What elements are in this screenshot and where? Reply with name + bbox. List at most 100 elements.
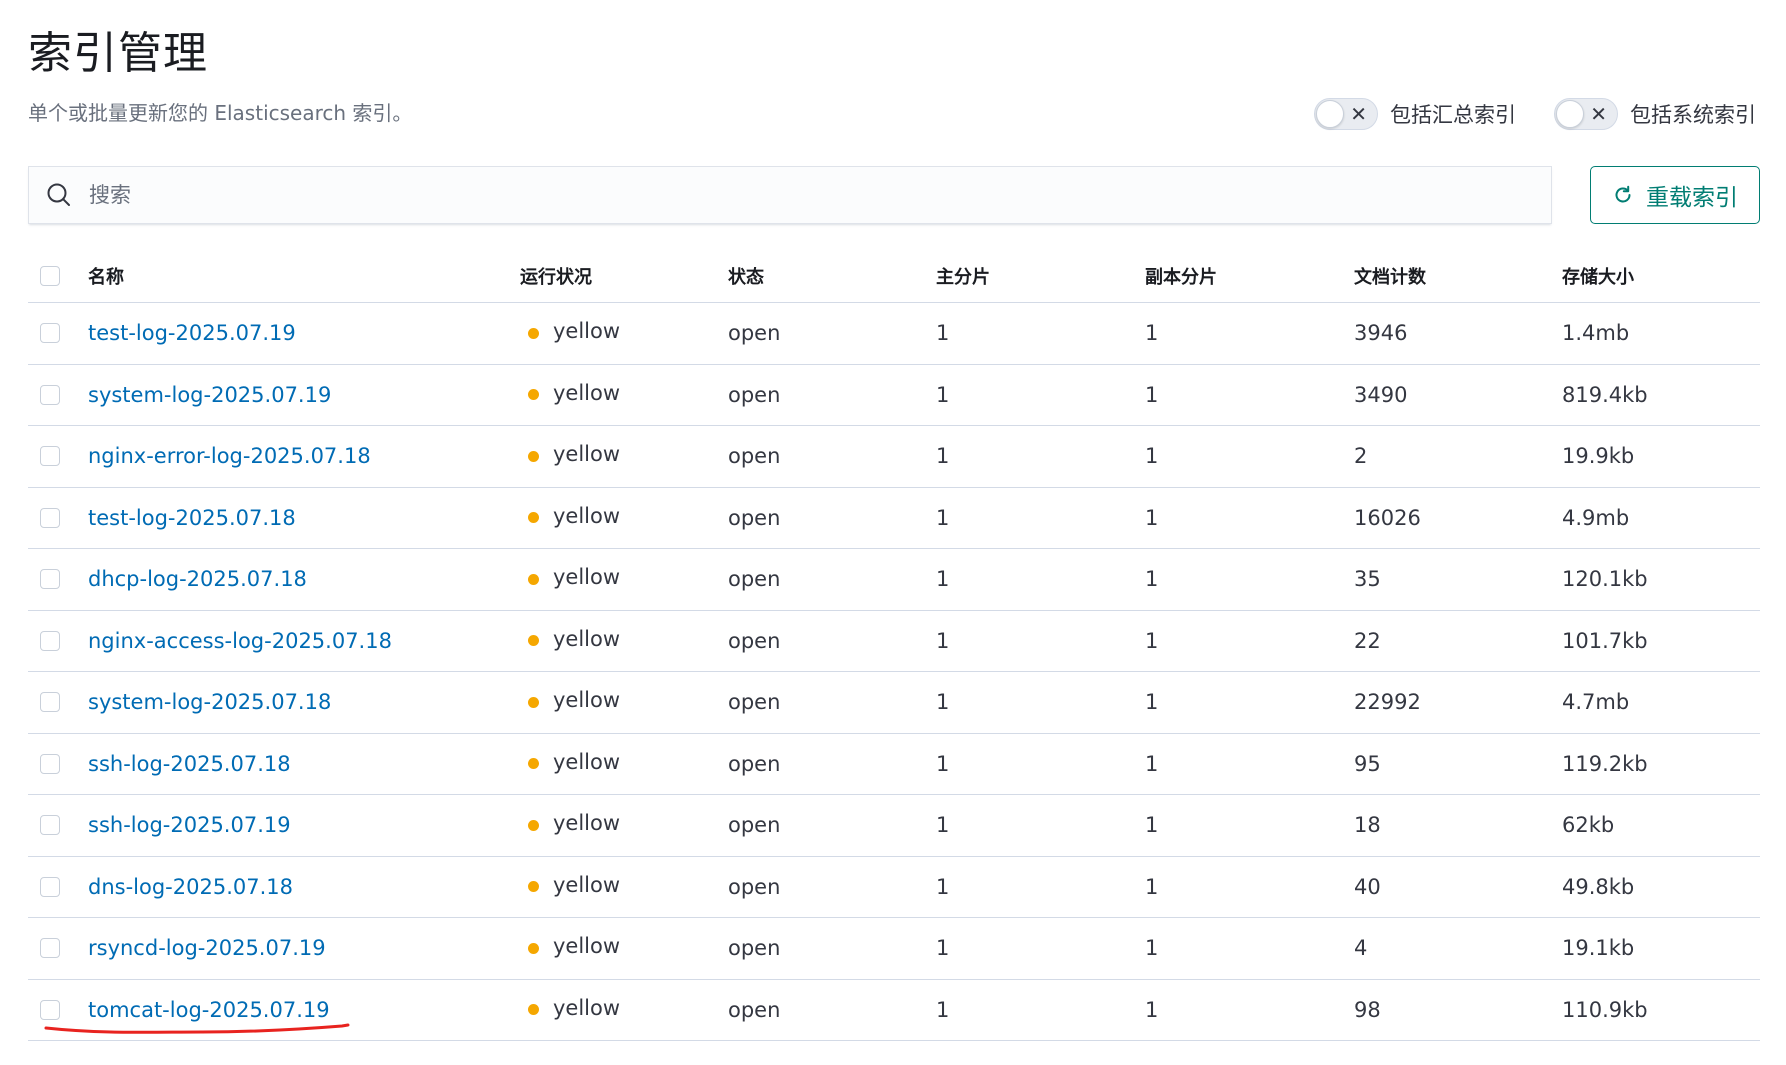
- health-text: yellow: [553, 319, 621, 344]
- row-checkbox[interactable]: [40, 569, 60, 590]
- replica-shards-cell: 1: [1145, 936, 1159, 961]
- include-system-label[interactable]: 包括系统索引: [1630, 99, 1756, 129]
- storage-size-cell: 819.4kb: [1562, 382, 1648, 407]
- replica-shards-cell: 1: [1145, 505, 1159, 530]
- table-row: test-log-2025.07.18 yellow open 1 1 16026 4.9m…: [28, 488, 1760, 549]
- switch-knob: [1556, 100, 1584, 128]
- index-name-link[interactable]: system-log-2025.07.19: [88, 383, 331, 407]
- storage-size-cell: 101.7kb: [1562, 628, 1648, 653]
- row-checkbox[interactable]: [40, 446, 60, 467]
- index-name-link[interactable]: dhcp-log-2025.07.18: [88, 567, 307, 591]
- reload-indices-button[interactable]: 重载索引: [1590, 166, 1760, 224]
- health-text: yellow: [553, 749, 621, 774]
- select-all-checkbox[interactable]: [40, 266, 60, 286]
- index-name-link[interactable]: dns-log-2025.07.18: [88, 875, 293, 899]
- row-checkbox[interactable]: [40, 999, 60, 1020]
- replica-shards-cell: 1: [1145, 628, 1159, 653]
- health-dot-icon: [528, 819, 539, 831]
- table-row: tomcat-log-2025.07.19 yellow open 1 1 98 110.9…: [28, 980, 1760, 1041]
- status-cell: open: [728, 751, 781, 776]
- docs-count-cell: 18: [1354, 813, 1381, 838]
- column-header-storage-size[interactable]: 存储大小: [1562, 263, 1760, 289]
- health-text: yellow: [553, 872, 621, 897]
- replica-shards-cell: 1: [1145, 874, 1159, 899]
- switch-knob: [1316, 100, 1344, 128]
- indices-table: 名称 运行状况 状态 主分片 副本分片 文档计数 存储大小 test-log-2…: [28, 250, 1760, 1041]
- docs-count-cell: 2: [1354, 444, 1368, 469]
- row-checkbox[interactable]: [40, 753, 60, 774]
- storage-size-cell: 120.1kb: [1562, 567, 1648, 592]
- cross-icon: ✕: [1350, 102, 1367, 126]
- row-checkbox[interactable]: [40, 692, 60, 713]
- index-name-link[interactable]: tomcat-log-2025.07.19: [88, 998, 330, 1022]
- search-input[interactable]: [87, 182, 1491, 208]
- row-checkbox[interactable]: [40, 507, 60, 528]
- include-rollup-label[interactable]: 包括汇总索引: [1390, 99, 1516, 129]
- status-cell: open: [728, 936, 781, 961]
- status-cell: open: [728, 690, 781, 715]
- health-dot-icon: [528, 696, 539, 708]
- docs-count-cell: 16026: [1354, 505, 1421, 530]
- include-rollup-toggle-group: ✕ 包括汇总索引: [1314, 96, 1516, 132]
- column-header-health[interactable]: 运行状况: [520, 263, 728, 289]
- column-header-docs-count[interactable]: 文档计数: [1354, 263, 1562, 289]
- index-name-link[interactable]: nginx-access-log-2025.07.18: [88, 629, 392, 653]
- index-name-link[interactable]: test-log-2025.07.18: [88, 506, 296, 530]
- column-header-replica-shards[interactable]: 副本分片: [1145, 263, 1354, 289]
- health-text: yellow: [553, 688, 621, 713]
- health-text: yellow: [553, 380, 621, 405]
- status-cell: open: [728, 505, 781, 530]
- replica-shards-cell: 1: [1145, 997, 1159, 1022]
- primary-shards-cell: 1: [936, 997, 950, 1022]
- health-dot-icon: [528, 512, 539, 524]
- health-dot-icon: [528, 1004, 539, 1016]
- primary-shards-cell: 1: [936, 751, 950, 776]
- include-rollup-switch[interactable]: ✕: [1314, 98, 1378, 130]
- status-cell: open: [728, 628, 781, 653]
- page-title: 索引管理: [28, 28, 208, 79]
- docs-count-cell: 35: [1354, 567, 1381, 592]
- index-name-link[interactable]: test-log-2025.07.19: [88, 321, 296, 345]
- health-text: yellow: [553, 995, 621, 1020]
- include-system-switch[interactable]: ✕: [1554, 98, 1618, 130]
- index-name-link[interactable]: ssh-log-2025.07.19: [88, 813, 291, 837]
- health-text: yellow: [553, 811, 621, 836]
- index-name-link[interactable]: nginx-error-log-2025.07.18: [88, 444, 371, 468]
- health-dot-icon: [528, 942, 539, 954]
- index-management-page: 索引管理 单个或批量更新您的 Elasticsearch 索引。 ✕ 包括汇总索…: [0, 0, 1786, 1065]
- index-name-link[interactable]: ssh-log-2025.07.18: [88, 752, 291, 776]
- status-cell: open: [728, 813, 781, 838]
- table-row: rsyncd-log-2025.07.19 yellow open 1 1 4 19.1kb: [28, 918, 1760, 980]
- row-checkbox[interactable]: [40, 938, 60, 959]
- cross-icon: ✕: [1590, 102, 1607, 126]
- health-text: yellow: [553, 934, 621, 959]
- storage-size-cell: 19.9kb: [1562, 444, 1635, 469]
- table-header: 名称 运行状况 状态 主分片 副本分片 文档计数 存储大小: [28, 250, 1760, 303]
- status-cell: open: [728, 382, 781, 407]
- table-row: ssh-log-2025.07.18 yellow open 1 1 95 119.2kb: [28, 734, 1760, 795]
- health-dot-icon: [528, 881, 539, 893]
- column-header-name[interactable]: 名称: [88, 263, 520, 289]
- row-checkbox[interactable]: [40, 384, 60, 405]
- row-checkbox[interactable]: [40, 876, 60, 897]
- index-name-link[interactable]: rsyncd-log-2025.07.19: [88, 936, 326, 960]
- row-checkbox[interactable]: [40, 815, 60, 836]
- health-dot-icon: [528, 327, 539, 339]
- row-checkbox[interactable]: [40, 630, 60, 651]
- replica-shards-cell: 1: [1145, 751, 1159, 776]
- docs-count-cell: 3490: [1354, 382, 1408, 407]
- search-box[interactable]: [28, 166, 1552, 224]
- health-text: yellow: [553, 565, 621, 590]
- primary-shards-cell: 1: [936, 936, 950, 961]
- docs-count-cell: 95: [1354, 751, 1381, 776]
- health-dot-icon: [528, 758, 539, 770]
- table-body: test-log-2025.07.19 yellow open 1 1 3946 1.4mb…: [28, 303, 1760, 1041]
- table-row: system-log-2025.07.18 yellow open 1 1 22992 4.…: [28, 672, 1760, 734]
- row-checkbox[interactable]: [40, 323, 60, 344]
- column-header-status[interactable]: 状态: [728, 263, 936, 289]
- column-header-primary-shards[interactable]: 主分片: [936, 263, 1145, 289]
- storage-size-cell: 49.8kb: [1562, 874, 1635, 899]
- health-text: yellow: [553, 503, 621, 528]
- status-cell: open: [728, 567, 781, 592]
- index-name-link[interactable]: system-log-2025.07.18: [88, 690, 331, 714]
